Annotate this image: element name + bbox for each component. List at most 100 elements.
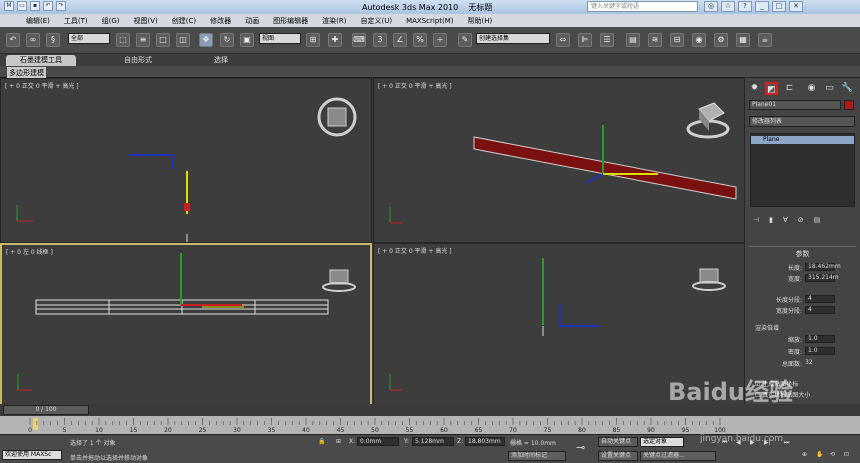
- tab-graphite-modeling[interactable]: 石墨建模工具: [6, 55, 76, 66]
- undo-icon[interactable]: ↶: [43, 1, 53, 11]
- scale-spinner[interactable]: 1.0: [805, 335, 835, 343]
- menu-views[interactable]: 视图(V): [134, 16, 158, 26]
- open-icon[interactable]: ▭: [17, 1, 27, 11]
- graphite-toggle-icon[interactable]: ▤: [626, 33, 640, 47]
- render-frame-icon[interactable]: ▦: [736, 33, 750, 47]
- link-icon[interactable]: ∞: [26, 33, 40, 47]
- key-icon[interactable]: ⊸: [576, 441, 585, 454]
- key-filters-button[interactable]: 关键点过滤器...: [640, 451, 716, 461]
- reference-coord-dropdown[interactable]: 视图: [259, 33, 301, 44]
- z-coord-field[interactable]: 18.803mm: [465, 437, 505, 446]
- angle-snap-icon[interactable]: ∠: [393, 33, 407, 47]
- display-tab-icon[interactable]: ▭: [823, 82, 836, 95]
- motion-tab-icon[interactable]: ◉: [805, 82, 818, 95]
- menu-group[interactable]: 组(G): [102, 16, 120, 26]
- selection-filter-dropdown[interactable]: 全部: [68, 33, 110, 44]
- percent-snap-icon[interactable]: %: [413, 33, 427, 47]
- spinner-snap-icon[interactable]: ÷: [433, 33, 447, 47]
- create-tab-icon[interactable]: ✹: [748, 82, 761, 95]
- bind-spacewarp-icon[interactable]: §: [46, 33, 60, 47]
- star-icon[interactable]: ☆: [721, 1, 735, 12]
- length-spinner[interactable]: 18.462mm: [805, 263, 841, 271]
- save-icon[interactable]: ▪: [30, 1, 40, 11]
- rollout-title[interactable]: 参数: [749, 249, 856, 259]
- schematic-view-icon[interactable]: ⊟: [670, 33, 684, 47]
- x-coord-field[interactable]: 0.0mm: [357, 437, 399, 446]
- binoculars-icon[interactable]: ◎: [704, 1, 718, 12]
- goto-end-icon[interactable]: ⏭: [784, 439, 789, 447]
- width-segs-spinner[interactable]: 4: [805, 306, 835, 314]
- manipulate-icon[interactable]: ✚: [328, 33, 342, 47]
- configure-sets-icon[interactable]: ▤: [814, 216, 821, 224]
- select-object-icon[interactable]: ⬚: [116, 33, 130, 47]
- menu-graph-editors[interactable]: 图形编辑器: [273, 16, 308, 26]
- width-spinner[interactable]: 315.214m: [805, 274, 839, 282]
- align-icon[interactable]: ⊫: [578, 33, 592, 47]
- pan-icon[interactable]: ✋: [816, 451, 823, 458]
- maximize-viewport-icon[interactable]: ⊡: [844, 451, 849, 458]
- material-editor-icon[interactable]: ◉: [692, 33, 706, 47]
- time-slider[interactable]: 0 / 100: [3, 405, 89, 415]
- undo-icon[interactable]: ↶: [6, 33, 20, 47]
- minimize-button[interactable]: _: [755, 1, 769, 12]
- mirror-icon[interactable]: ⇔: [556, 33, 570, 47]
- select-by-name-icon[interactable]: ≡: [136, 33, 150, 47]
- make-unique-icon[interactable]: ∀: [783, 216, 788, 224]
- app-logo-icon[interactable]: M: [4, 1, 14, 11]
- menu-help[interactable]: 帮助(H): [468, 16, 493, 26]
- orbit-icon[interactable]: ⟲: [830, 451, 835, 458]
- menu-edit[interactable]: 编辑(E): [26, 16, 50, 26]
- absolute-mode-icon[interactable]: ⊞: [336, 438, 341, 445]
- menu-rendering[interactable]: 渲染(R): [322, 16, 346, 26]
- menu-modifiers[interactable]: 修改器: [210, 16, 231, 26]
- zoom-icon[interactable]: ⊕: [802, 451, 807, 458]
- pivot-icon[interactable]: ⊞: [306, 33, 320, 47]
- modify-tab-icon[interactable]: ◩: [765, 82, 778, 95]
- viewport-left[interactable]: [ + 0 左 0 线框 ]: [0, 243, 372, 406]
- keyboard-shortcut-icon[interactable]: ⌨: [352, 33, 366, 47]
- menu-animation[interactable]: 动画: [245, 16, 259, 26]
- y-coord-field[interactable]: 5.128mm: [412, 437, 454, 446]
- remove-modifier-icon[interactable]: ⊘: [798, 216, 804, 224]
- menu-tools[interactable]: 工具(T): [64, 16, 88, 26]
- maximize-button[interactable]: □: [772, 1, 786, 12]
- selected-dropdown[interactable]: 选定对象: [640, 437, 684, 447]
- set-key-button[interactable]: 设置关键点: [598, 451, 638, 461]
- object-color-swatch[interactable]: [844, 100, 854, 110]
- edit-named-sets-icon[interactable]: ✎: [458, 33, 472, 47]
- menu-maxscript[interactable]: MAXScript(M): [406, 17, 453, 25]
- rotate-icon[interactable]: ↻: [220, 33, 234, 47]
- snap-3d-icon[interactable]: 3: [373, 33, 387, 47]
- layer-manager-icon[interactable]: ☰: [600, 33, 614, 47]
- modifier-list-dropdown[interactable]: 修改器列表: [749, 116, 855, 127]
- track-bar[interactable]: 0 5 10 15 20 25 30 35 40 45 50 55 60 65 70 75 80 85 90 95 10…: [0, 416, 860, 434]
- search-input[interactable]: 键入关键字或短语: [587, 1, 698, 12]
- window-crossing-icon[interactable]: ◫: [176, 33, 190, 47]
- close-button[interactable]: ✕: [789, 1, 803, 12]
- render-setup-icon[interactable]: ⚙: [714, 33, 728, 47]
- tab-freeform[interactable]: 自由形式: [110, 55, 166, 66]
- object-name-field[interactable]: Plane01: [749, 100, 841, 110]
- length-segs-spinner[interactable]: 4: [805, 295, 835, 303]
- rect-selection-icon[interactable]: □: [156, 33, 170, 47]
- move-icon[interactable]: ✥: [199, 33, 213, 47]
- tab-selection[interactable]: 选择: [200, 55, 242, 66]
- utilities-tab-icon[interactable]: 🔧: [841, 82, 854, 95]
- pin-stack-icon[interactable]: ⊣: [753, 216, 759, 224]
- menu-create[interactable]: 创建(C): [172, 16, 196, 26]
- density-spinner[interactable]: 1.0: [805, 347, 835, 355]
- add-time-tag-button[interactable]: 添加时间标记: [508, 451, 566, 461]
- viewport-top[interactable]: [ + 0 正交 0 平滑 + 高光 ]: [0, 78, 372, 243]
- show-end-result-icon[interactable]: ▮: [769, 216, 773, 224]
- named-selection-dropdown[interactable]: 创建选择集: [476, 33, 550, 44]
- auto-key-button[interactable]: 自动关键点: [598, 437, 638, 447]
- help-icon[interactable]: ?: [738, 1, 752, 12]
- stack-item-plane[interactable]: Plane: [751, 136, 854, 144]
- menu-customize[interactable]: 自定义(U): [360, 16, 392, 26]
- hierarchy-tab-icon[interactable]: ⊏: [783, 82, 796, 95]
- maxscript-listener[interactable]: 欢迎使用 MAXSc: [2, 450, 62, 460]
- scale-icon[interactable]: ▣: [240, 33, 254, 47]
- redo-icon[interactable]: ↷: [56, 1, 66, 11]
- viewport-perspective[interactable]: [ + 0 正交 0 平滑 + 高光 ]: [373, 78, 745, 243]
- curve-editor-icon[interactable]: ≋: [648, 33, 662, 47]
